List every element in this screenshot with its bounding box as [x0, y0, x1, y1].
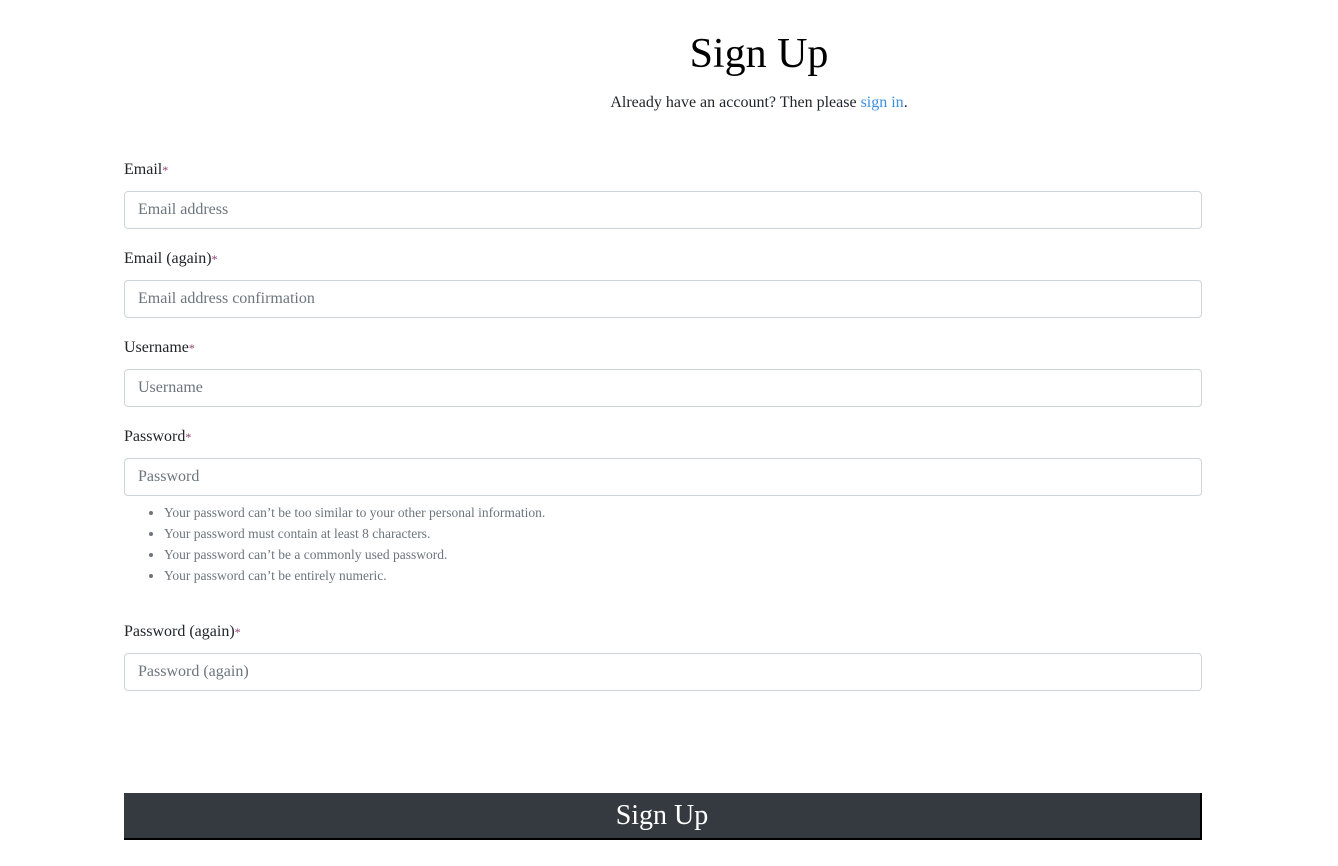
required-mark: *	[162, 163, 169, 177]
email-group: Email*	[124, 158, 1202, 229]
required-mark: *	[211, 252, 218, 266]
email-input[interactable]	[124, 191, 1202, 229]
password-help-item: Your password can’t be entirely numeric.	[164, 565, 1202, 586]
email-confirm-label: Email (again)*	[124, 247, 1202, 271]
signin-prompt: Already have an account? Then please sig…	[180, 94, 1338, 112]
username-label-text: Username	[124, 339, 189, 356]
required-mark: *	[188, 341, 195, 355]
password-label-text: Password	[124, 428, 186, 445]
email-confirm-input[interactable]	[124, 280, 1202, 318]
signup-form: Email* Email (again)* Username* Password…	[124, 158, 1202, 709]
password-help-item: Your password can’t be a commonly used p…	[164, 544, 1202, 565]
password-input[interactable]	[124, 458, 1202, 496]
password-help-list: Your password can’t be too similar to yo…	[124, 502, 1202, 586]
password-confirm-label-text: Password (again)	[124, 623, 235, 640]
username-label: Username*	[124, 336, 1202, 360]
email-label-text: Email	[124, 161, 163, 178]
username-group: Username*	[124, 336, 1202, 407]
password-confirm-group: Password (again)*	[124, 620, 1202, 691]
page-title: Sign Up	[689, 31, 829, 77]
password-group: Password* Your password can’t be too sim…	[124, 425, 1202, 586]
email-label: Email*	[124, 158, 1202, 182]
password-confirm-label: Password (again)*	[124, 620, 1202, 644]
password-label: Password*	[124, 425, 1202, 449]
password-confirm-input[interactable]	[124, 653, 1202, 691]
username-input[interactable]	[124, 369, 1202, 407]
signin-prompt-text: Already have an account? Then please	[610, 94, 861, 111]
password-help-item: Your password can’t be too similar to yo…	[164, 502, 1202, 523]
required-mark: *	[234, 625, 241, 639]
signup-button[interactable]: Sign Up	[124, 793, 1202, 840]
signin-link[interactable]: sign in	[861, 94, 904, 111]
email-confirm-group: Email (again)*	[124, 247, 1202, 318]
page-header: Sign Up Already have an account? Then pl…	[180, 28, 1338, 112]
required-mark: *	[185, 430, 192, 444]
email-confirm-label-text: Email (again)	[124, 250, 212, 267]
password-help-item: Your password must contain at least 8 ch…	[164, 523, 1202, 544]
signin-prompt-period: .	[903, 94, 908, 111]
